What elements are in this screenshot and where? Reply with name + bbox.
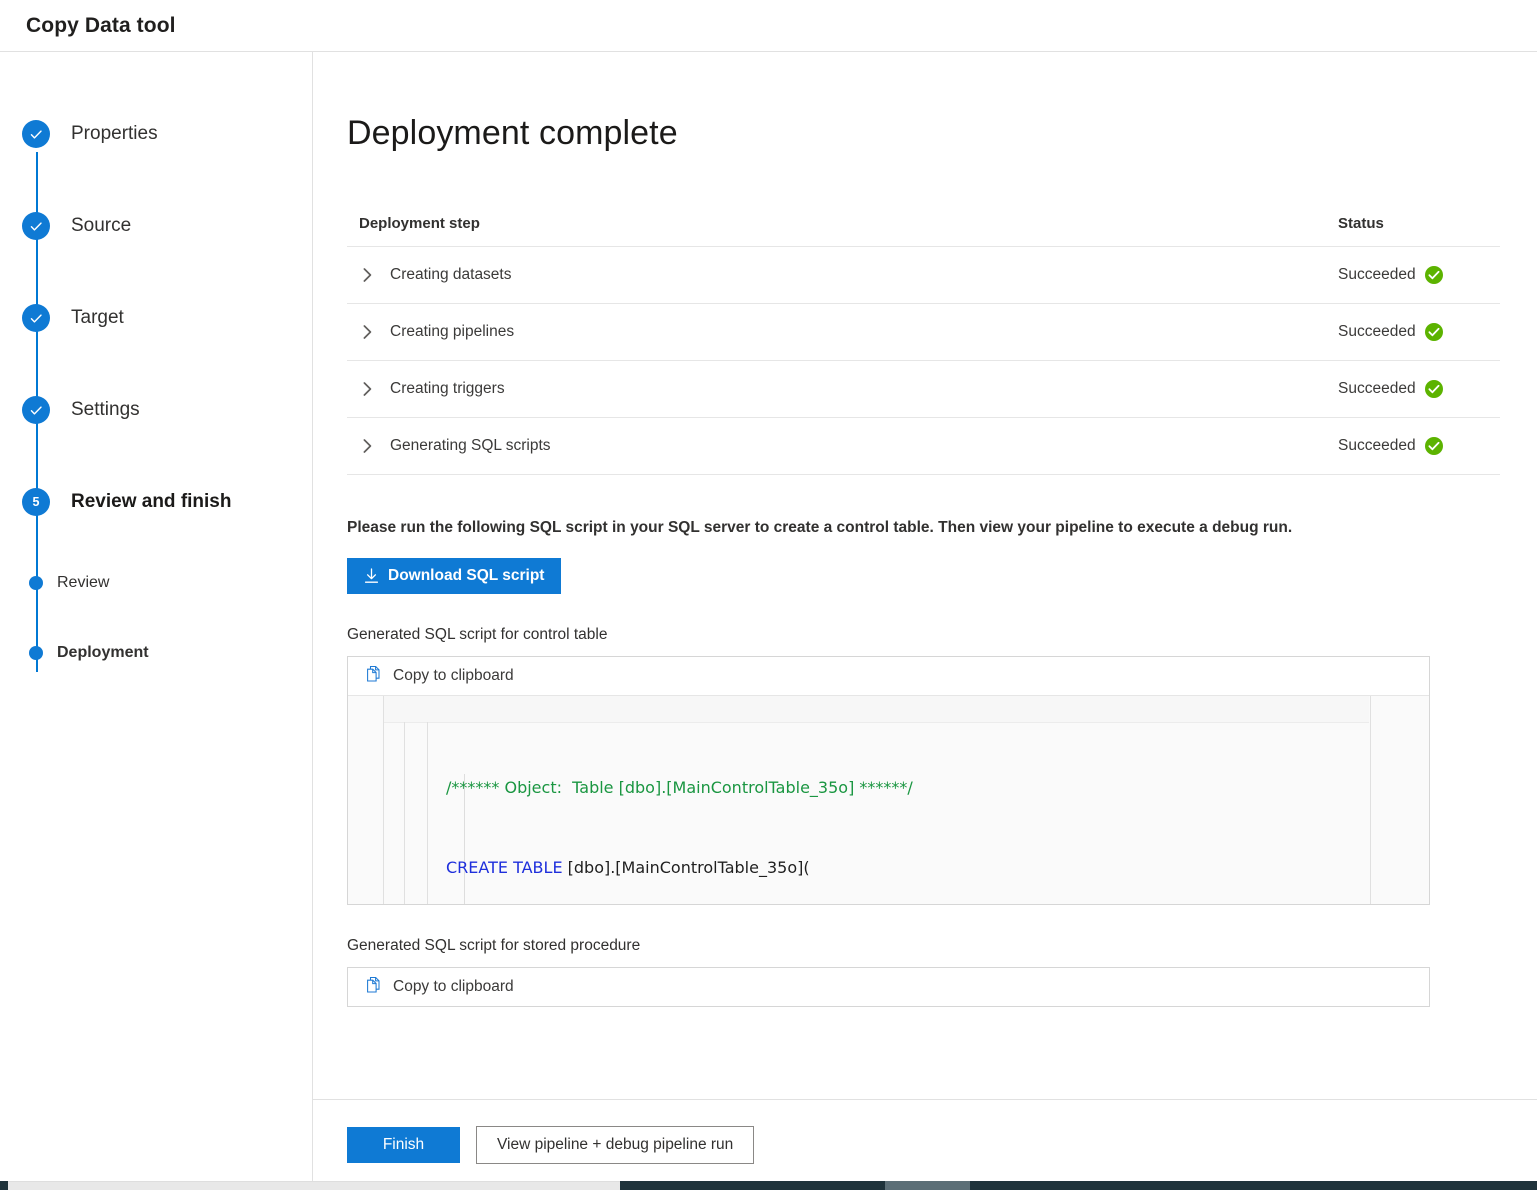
success-check-icon xyxy=(1425,437,1443,455)
step-number: 5 xyxy=(33,496,40,509)
finish-button[interactable]: Finish xyxy=(347,1127,460,1163)
copy-to-clipboard-control-table[interactable]: Copy to clipboard xyxy=(348,657,1429,695)
sidebar-step-label: Target xyxy=(71,307,124,329)
status-text: Succeeded xyxy=(1338,266,1416,284)
sidebar-substep-deployment[interactable]: Deployment xyxy=(0,618,312,688)
bottom-left-edge xyxy=(0,1181,8,1190)
status-text: Succeeded xyxy=(1338,323,1416,341)
editor-gutter-line-2 xyxy=(404,722,405,904)
success-check-icon xyxy=(1425,266,1443,284)
main-content: Deployment complete Deployment step Stat… xyxy=(313,52,1537,1189)
sidebar-substep-label: Deployment xyxy=(57,644,149,662)
check-icon xyxy=(22,120,50,148)
table-row[interactable]: Generating SQL scripts Succeeded xyxy=(347,418,1500,475)
copy-icon xyxy=(366,665,383,688)
table-row[interactable]: Creating datasets Succeeded xyxy=(347,247,1500,304)
download-icon xyxy=(364,568,379,584)
column-header-deployment-step: Deployment step xyxy=(359,215,1338,232)
copy-icon xyxy=(366,976,383,999)
view-pipeline-debug-run-button[interactable]: View pipeline + debug pipeline run xyxy=(476,1126,754,1164)
control-table-code-box: Copy to clipboard /****** Object: Table … xyxy=(347,656,1430,905)
deployment-step-cell[interactable]: Creating datasets xyxy=(359,266,1338,284)
deployment-step-label: Creating pipelines xyxy=(390,323,514,341)
chevron-right-icon[interactable] xyxy=(359,382,375,396)
page-title-bar-text: Copy Data tool xyxy=(26,14,176,38)
horizontal-scrollbar-track[interactable] xyxy=(0,1181,620,1190)
window-titlebar: Copy Data tool xyxy=(0,0,1537,52)
stored-procedure-section-label: Generated SQL script for stored procedur… xyxy=(347,937,1537,955)
editor-ruler xyxy=(383,696,1369,723)
table-header-row: Deployment step Status xyxy=(347,215,1500,247)
status-cell: Succeeded xyxy=(1338,380,1488,398)
check-icon xyxy=(22,396,50,424)
column-header-status: Status xyxy=(1338,215,1488,232)
download-sql-script-button[interactable]: Download SQL script xyxy=(347,558,561,594)
editor-gutter-line-3 xyxy=(427,722,428,904)
sidebar-step-label: Review and finish xyxy=(71,491,231,513)
sidebar-step-target[interactable]: Target xyxy=(0,272,312,364)
sidebar-substep-review[interactable]: Review xyxy=(0,548,312,618)
copy-to-clipboard-label: Copy to clipboard xyxy=(393,667,514,685)
step-number-badge: 5 xyxy=(22,488,50,516)
sidebar-step-settings[interactable]: Settings xyxy=(0,364,312,456)
bottom-scrollbar-strip[interactable] xyxy=(0,1181,1537,1190)
chevron-right-icon[interactable] xyxy=(359,325,375,339)
dot-icon xyxy=(29,646,43,660)
taskbar-segment-left xyxy=(620,1181,885,1190)
instruction-text: Please run the following SQL script in y… xyxy=(347,519,1537,537)
sidebar-step-label: Source xyxy=(71,215,131,237)
body-split: Properties Source Target xyxy=(0,52,1537,1189)
sql-line: CREATE TABLE [dbo].[MainControlTable_35o… xyxy=(446,855,1429,882)
wizard-footer: Finish View pipeline + debug pipeline ru… xyxy=(313,1099,1537,1189)
status-cell: Succeeded xyxy=(1338,266,1488,284)
control-table-section-label: Generated SQL script for control table xyxy=(347,626,1537,644)
deployment-step-label: Generating SQL scripts xyxy=(390,437,551,455)
dot-icon xyxy=(29,576,43,590)
sql-line-text: /****** Object: Table [dbo].[MainControl… xyxy=(446,778,913,797)
wizard-steps: Properties Source Target xyxy=(0,52,312,688)
sidebar-step-label: Settings xyxy=(71,399,140,421)
check-icon xyxy=(22,212,50,240)
editor-gutter-line-1 xyxy=(383,722,384,904)
copy-data-tool-window: Copy Data tool Properties Source xyxy=(0,0,1537,1190)
copy-to-clipboard-stored-procedure[interactable]: Copy to clipboard xyxy=(348,968,1429,1006)
status-cell: Succeeded xyxy=(1338,323,1488,341)
status-text: Succeeded xyxy=(1338,437,1416,455)
page-title: Deployment complete xyxy=(347,114,1537,153)
copy-to-clipboard-label: Copy to clipboard xyxy=(393,978,514,996)
deployment-step-cell[interactable]: Generating SQL scripts xyxy=(359,437,1338,455)
main-scroll-area: Deployment complete Deployment step Stat… xyxy=(313,52,1537,1099)
wizard-sidebar: Properties Source Target xyxy=(0,52,313,1189)
sql-line: /****** Object: Table [dbo].[MainControl… xyxy=(446,775,1429,802)
sidebar-step-source[interactable]: Source xyxy=(0,180,312,272)
check-icon xyxy=(22,304,50,332)
download-sql-script-label: Download SQL script xyxy=(388,567,544,585)
success-check-icon xyxy=(1425,380,1443,398)
deployment-step-label: Creating datasets xyxy=(390,266,512,284)
sql-code-editor[interactable]: /****** Object: Table [dbo].[MainControl… xyxy=(348,695,1429,904)
deployment-steps-table: Deployment step Status Creating datasets xyxy=(347,215,1500,475)
sidebar-step-label: Properties xyxy=(71,123,158,145)
deployment-step-cell[interactable]: Creating triggers xyxy=(359,380,1338,398)
stored-procedure-code-box: Copy to clipboard xyxy=(347,967,1430,1007)
table-row[interactable]: Creating triggers Succeeded xyxy=(347,361,1500,418)
chevron-right-icon[interactable] xyxy=(359,439,375,453)
table-row[interactable]: Creating pipelines Succeeded xyxy=(347,304,1500,361)
sidebar-step-review-and-finish[interactable]: 5 Review and finish xyxy=(0,456,312,548)
sidebar-step-properties[interactable]: Properties xyxy=(0,88,312,180)
deployment-step-cell[interactable]: Creating pipelines xyxy=(359,323,1338,341)
sidebar-substep-label: Review xyxy=(57,574,109,592)
chevron-right-icon[interactable] xyxy=(359,268,375,282)
taskbar-highlight xyxy=(885,1181,970,1190)
deployment-step-label: Creating triggers xyxy=(390,380,505,398)
taskbar-segment-right xyxy=(970,1181,1537,1190)
status-text: Succeeded xyxy=(1338,380,1416,398)
success-check-icon xyxy=(1425,323,1443,341)
sql-code-content: /****** Object: Table [dbo].[MainControl… xyxy=(446,722,1429,904)
status-cell: Succeeded xyxy=(1338,437,1488,455)
